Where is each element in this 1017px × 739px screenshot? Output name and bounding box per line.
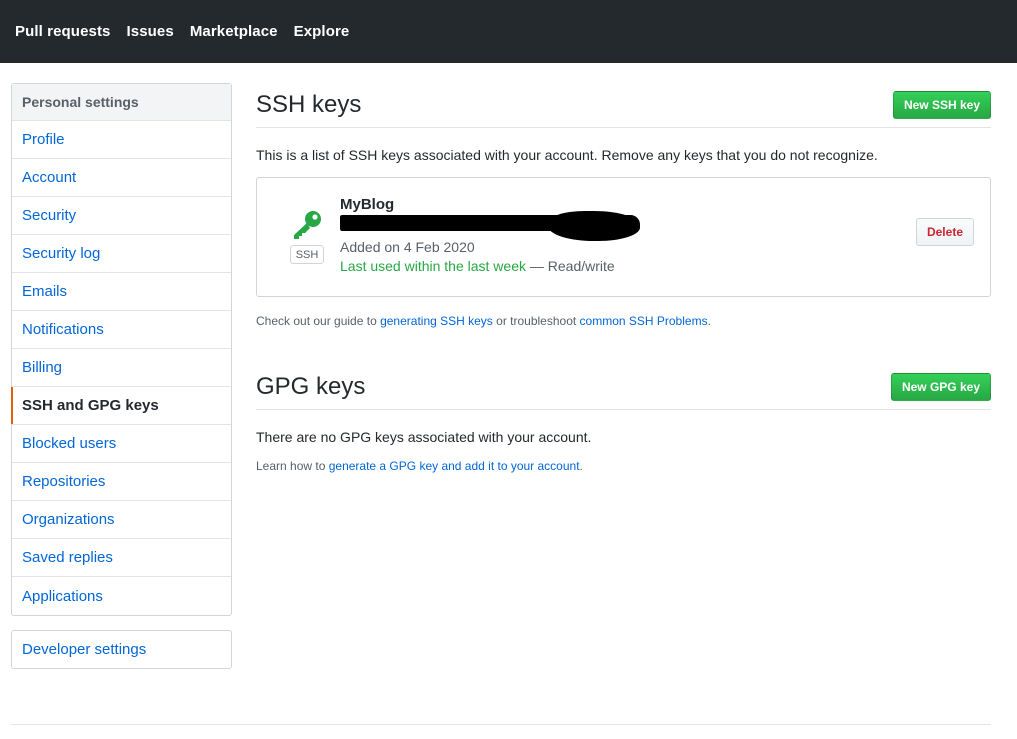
redaction-blob xyxy=(548,211,640,241)
redacted-fingerprint xyxy=(340,211,640,241)
gpg-learn-suffix: . xyxy=(579,459,583,473)
delete-ssh-key-button[interactable]: Delete xyxy=(915,218,974,246)
gpg-learn-note: Learn how to generate a GPG key and add … xyxy=(256,459,991,473)
sidebar-item-developer-settings[interactable]: Developer settings xyxy=(11,630,232,669)
gpg-empty-text: There are no GPG keys associated with yo… xyxy=(256,429,592,445)
ssh-key-access: — Read/write xyxy=(526,258,615,274)
new-ssh-key-button[interactable]: New SSH key xyxy=(892,91,991,119)
nav-issues[interactable]: Issues xyxy=(127,23,174,40)
sidebar-item-notifications[interactable]: Notifications xyxy=(12,311,231,349)
ssh-key-usage: Last used within the last week — Read/wr… xyxy=(340,258,640,274)
sidebar-item-billing[interactable]: Billing xyxy=(12,349,231,387)
generate-gpg-key-link[interactable]: generate a GPG key and add it to your ac… xyxy=(329,459,580,473)
sidebar-item-profile[interactable]: Profile xyxy=(12,121,231,159)
nav-marketplace[interactable]: Marketplace xyxy=(190,23,278,40)
nav-pull-requests[interactable]: Pull requests xyxy=(15,23,111,40)
sidebar-item-security-log[interactable]: Security log xyxy=(12,235,231,273)
ssh-key-last-used: Last used within the last week xyxy=(340,258,526,274)
ssh-guide-middle: or troubleshoot xyxy=(492,314,580,328)
sidebar-item-applications[interactable]: Applications xyxy=(12,577,231,615)
sidebar-item-security[interactable]: Security xyxy=(12,197,231,235)
sidebar-item-saved-replies[interactable]: Saved replies xyxy=(12,539,231,577)
footer-divider xyxy=(11,724,991,725)
ssh-type-label: SSH xyxy=(290,245,324,264)
gpg-heading: GPG keys xyxy=(256,373,366,400)
ssh-guide-suffix: . xyxy=(707,314,711,328)
ssh-key-details: MyBlog Added on 4 Feb 2020 Last used wit… xyxy=(340,196,640,274)
ssh-subhead: SSH keys New SSH key xyxy=(256,83,991,128)
top-navbar: Pull requests Issues Marketplace Explore xyxy=(0,0,1017,63)
sidebar-heading: Personal settings xyxy=(12,84,231,121)
ssh-heading: SSH keys xyxy=(256,91,362,118)
key-icon xyxy=(291,210,323,240)
ssh-keys-section: SSH keys New SSH key This is a list of S… xyxy=(256,83,991,328)
gpg-subhead: GPG keys New GPG key xyxy=(256,365,991,410)
sidebar-item-organizations[interactable]: Organizations xyxy=(12,501,231,539)
gpg-keys-section: GPG keys New GPG key There are no GPG ke… xyxy=(256,365,991,473)
ssh-key-added-date: Added on 4 Feb 2020 xyxy=(340,239,475,255)
ssh-guide-prefix: Check out our guide to xyxy=(256,314,381,328)
sidebar-item-repositories[interactable]: Repositories xyxy=(12,463,231,501)
nav-explore[interactable]: Explore xyxy=(294,23,350,40)
new-gpg-key-button[interactable]: New GPG key xyxy=(890,373,991,401)
main-content: SSH keys New SSH key This is a list of S… xyxy=(256,83,991,485)
sidebar-item-blocked-users[interactable]: Blocked users xyxy=(12,425,231,463)
generating-ssh-keys-link[interactable]: generating SSH keys xyxy=(380,314,493,328)
gpg-learn-prefix: Learn how to xyxy=(256,459,329,473)
sidebar-item-account[interactable]: Account xyxy=(12,159,231,197)
sidebar-item-emails[interactable]: Emails xyxy=(12,273,231,311)
ssh-guide-note: Check out our guide to generating SSH ke… xyxy=(256,314,991,328)
common-ssh-problems-link[interactable]: common SSH Problems xyxy=(580,314,708,328)
settings-sidebar: Personal settings Profile Account Securi… xyxy=(11,83,232,616)
ssh-intro-text: This is a list of SSH keys associated wi… xyxy=(256,147,878,163)
ssh-key-item: SSH MyBlog Added on 4 Feb 2020 Last used… xyxy=(256,177,991,297)
sidebar-item-ssh-gpg-keys[interactable]: SSH and GPG keys xyxy=(11,387,231,425)
